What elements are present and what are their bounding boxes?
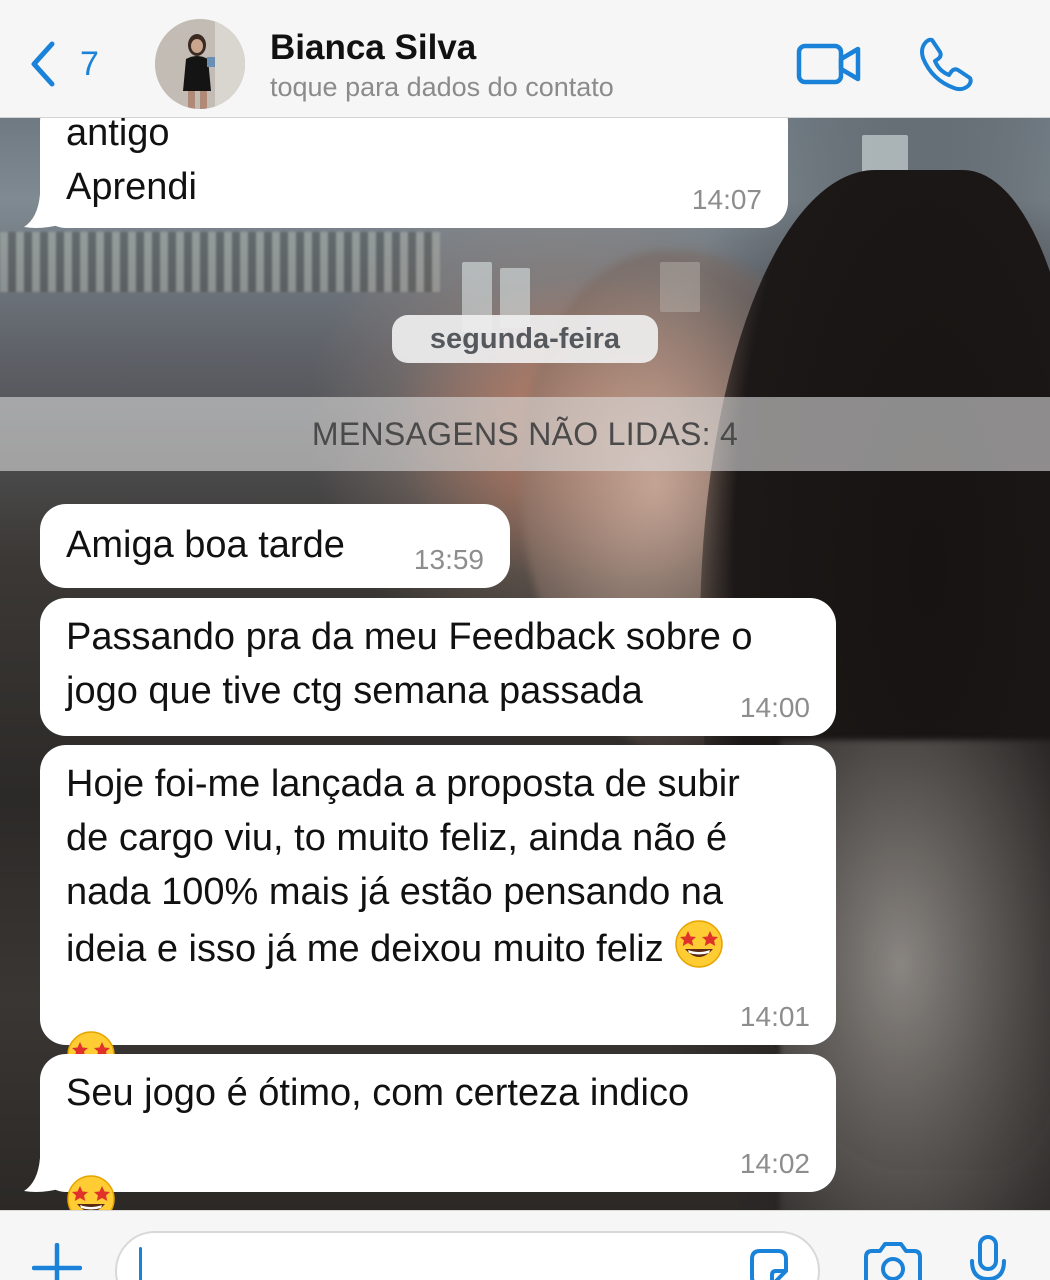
message-composer [0,1210,1050,1280]
message-text: antigo Aprendi [66,112,197,208]
plus-icon[interactable] [32,1243,82,1280]
bubble-tail [24,1158,62,1192]
sticker-icon[interactable] [746,1245,792,1280]
message-bubble[interactable]: Hoje foi-me lançada a proposta de subir … [40,745,836,1079]
message-text: Passando pra da meu Feedback sobre o jog… [66,616,753,712]
contact-name[interactable]: Bianca Silva [270,28,476,68]
message-time: 14:07 [691,184,762,215]
video-call-icon[interactable] [796,40,862,88]
message-time: 14:00 [739,692,810,723]
wallpaper-awning [0,232,440,292]
camera-icon[interactable] [862,1241,924,1280]
message-bubble[interactable]: Passando pra da meu Feedback sobre o jog… [40,598,836,736]
message-input[interactable] [115,1231,820,1280]
chat-header: 7 Bianca Silva toque para dados do conta… [0,0,1050,118]
chevron-left-icon [31,41,55,87]
contact-info-hint[interactable]: toque para dados do contato [270,72,614,103]
text-cursor [139,1247,142,1280]
unread-messages-banner: MENSAGENS NÃO LIDAS: 4 [0,397,1050,471]
date-divider: segunda-feira [392,315,658,363]
back-button[interactable]: 7 [28,38,99,90]
phone-call-icon[interactable] [918,36,974,92]
avatar-photo [155,19,245,109]
message-bubble[interactable]: Seu jogo é ótimo, com certeza indico 14:… [40,1054,836,1223]
avatar[interactable] [155,19,245,109]
message-time: 13:59 [413,544,484,575]
unread-chats-count: 7 [80,44,99,83]
message-time: 14:02 [739,1148,810,1179]
microphone-icon[interactable] [968,1235,1008,1280]
star-struck-emoji-icon [675,920,724,968]
bubble-tail [24,194,62,228]
message-bubble[interactable]: Amiga boa tarde 13:59 [40,504,510,588]
message-time: 14:01 [739,1001,810,1032]
